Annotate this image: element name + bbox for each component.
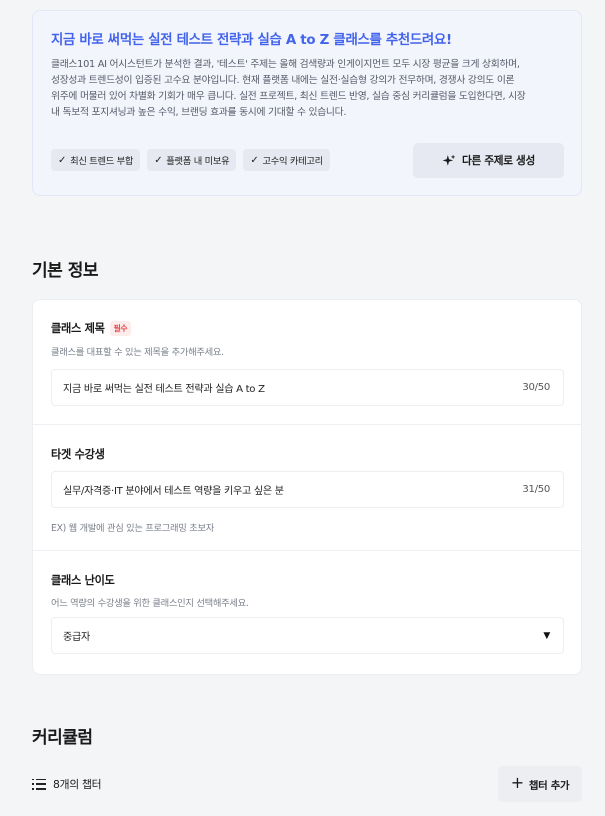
ai-description-line: 클래스101 AI 어시스턴트가 분석한 결과, '테스트' 주제는 올해 검색… [51, 59, 520, 70]
recommendation-tags: ✓ 최신 트렌드 부합 ✓ 플랫폼 내 미보유 ✓ 고수익 카테고리 [51, 149, 330, 171]
plus-icon: + [510, 773, 524, 792]
curriculum-toolbar: 8개의 챕터 + 챕터 추가 [32, 766, 582, 802]
tag-high-revenue: ✓ 고수익 카테고리 [243, 149, 330, 171]
tag-platform-missing: ✓ 플랫폼 내 미보유 [147, 149, 237, 171]
check-icon: ✓ [58, 154, 67, 166]
difficulty-field: 클래스 난이도 어느 역량의 수강생을 위한 클래스인지 선택해주세요. [51, 572, 564, 609]
basic-info-card: 클래스 제목 필수 클래스를 대표할 수 있는 제목을 추가해주세요. 지금 바… [32, 299, 582, 675]
class-title-label-row: 클래스 제목 필수 [51, 320, 564, 336]
required-badge: 필수 [109, 320, 132, 336]
class-title-char-count: 30/50 [522, 382, 550, 393]
difficulty-selected-value: 중급자 [63, 632, 90, 643]
target-audience-field: 타겟 수강생 [51, 446, 564, 462]
difficulty-label: 클래스 난이도 [51, 574, 115, 587]
ai-description-line: 성장성과 트렌드성이 입증된 고수요 분야입니다. 현재 플랫폼 내에는 실전·… [51, 75, 515, 86]
ai-recommendation-card: 지금 바로 써먹는 실전 테스트 전략과 실습 A to Z 클래스를 추천드려… [32, 10, 582, 196]
ai-description-line: 내 독보적 포지셔닝과 높은 수익, 브랜딩 효과를 동시에 기대할 수 있습니… [51, 107, 347, 118]
target-audience-example: EX) 웹 개발에 관심 있는 프로그래밍 초보자 [51, 523, 214, 534]
chapter-count: 8개의 챕터 [32, 776, 102, 792]
target-audience-char-count: 31/50 [522, 484, 550, 495]
generate-other-topic-button[interactable]: 다른 주제로 생성 [413, 143, 564, 178]
difficulty-select[interactable]: 중급자 ▼ [51, 617, 564, 654]
target-audience-label: 타겟 수강생 [51, 448, 105, 461]
chevron-down-icon: ▼ [543, 630, 550, 641]
target-audience-value: 실무/자격증·IT 분야에서 테스트 역량을 키우고 싶은 분 [63, 486, 284, 497]
class-title-field: 클래스 제목 필수 클래스를 대표할 수 있는 제목을 추가해주세요. [51, 320, 564, 358]
sparkle-icon [442, 154, 456, 166]
add-chapter-label: 챕터 추가 [528, 779, 570, 792]
list-icon [32, 778, 46, 790]
class-title-value: 지금 바로 써먹는 실전 테스트 전략과 실습 A to Z [63, 384, 265, 395]
tag-trend: ✓ 최신 트렌드 부합 [51, 149, 141, 171]
chapter-count-label: 8개의 챕터 [53, 778, 102, 791]
tag-label: 최신 트렌드 부합 [70, 156, 134, 167]
class-title-input[interactable]: 지금 바로 써먹는 실전 테스트 전략과 실습 A to Z 30/50 [51, 369, 564, 406]
check-icon: ✓ [154, 154, 163, 166]
add-chapter-button[interactable]: + 챕터 추가 [498, 766, 582, 802]
ai-description-line: 위주에 머물러 있어 차별화 기회가 매우 큽니다. 실전 프로젝트, 최신 트… [51, 91, 526, 102]
check-icon: ✓ [250, 154, 259, 166]
divider [33, 424, 581, 425]
class-title-help: 클래스를 대표할 수 있는 제목을 추가해주세요. [51, 347, 224, 358]
basic-info-heading: 기본 정보 [32, 261, 98, 281]
ai-recommendation-description: 클래스101 AI 어시스턴트가 분석한 결과, '테스트' 주제는 올해 검색… [51, 57, 563, 121]
difficulty-help: 어느 역량의 수강생을 위한 클래스인지 선택해주세요. [51, 598, 249, 609]
ai-recommendation-title: 지금 바로 써먹는 실전 테스트 전략과 실습 A to Z 클래스를 추천드려… [51, 33, 452, 48]
tag-label: 고수익 카테고리 [262, 156, 323, 167]
target-audience-input[interactable]: 실무/자격증·IT 분야에서 테스트 역량을 키우고 싶은 분 31/50 [51, 471, 564, 508]
tag-label: 플랫폼 내 미보유 [166, 156, 230, 167]
class-title-label: 클래스 제목 [51, 322, 105, 335]
divider [33, 550, 581, 551]
generate-button-label: 다른 주제로 생성 [462, 155, 535, 167]
curriculum-heading: 커리큘럼 [32, 728, 93, 748]
